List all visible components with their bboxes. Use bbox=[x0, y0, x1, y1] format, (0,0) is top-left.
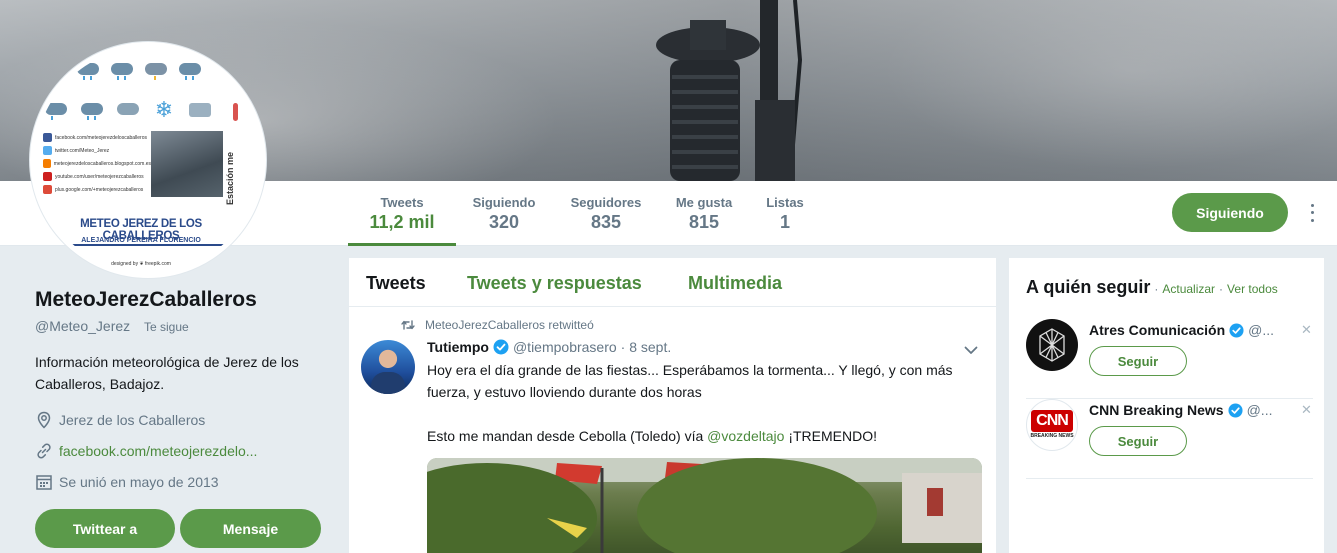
suggested-account: CNN BREAKING NEWS CNN Breaking News @...… bbox=[1026, 399, 1313, 479]
cnn-logo-icon: CNN bbox=[1031, 410, 1073, 432]
joined-text: Se unió en mayo de 2013 bbox=[59, 474, 219, 490]
stat-label: Seguidores bbox=[570, 195, 642, 210]
suggested-account: Atres Comunicación @... ✕ Seguir bbox=[1026, 319, 1313, 399]
profile-handle[interactable]: @Meteo_Jerez bbox=[35, 318, 130, 334]
profile-name[interactable]: MeteoJerezCaballeros bbox=[35, 288, 257, 312]
link-icon bbox=[37, 443, 51, 459]
account-name[interactable]: Atres Comunicación bbox=[1089, 322, 1225, 338]
account-handle[interactable]: @... bbox=[1248, 322, 1274, 338]
avatar-social-list: facebook.com/meteojerezdeloscaballeros t… bbox=[43, 131, 151, 196]
dismiss-close-icon[interactable]: ✕ bbox=[1301, 322, 1312, 338]
message-button[interactable]: Mensaje bbox=[180, 509, 321, 548]
tweet-text-line2-end: ¡TREMENDO! bbox=[784, 428, 877, 444]
stat-tweets[interactable]: Tweets 11,2 mil bbox=[348, 181, 456, 246]
tweet-media[interactable] bbox=[427, 458, 982, 553]
following-button[interactable]: Siguiendo bbox=[1172, 193, 1288, 232]
follows-you-badge: Te sigue bbox=[144, 320, 189, 334]
calendar-icon bbox=[36, 475, 52, 490]
chevron-down-icon[interactable] bbox=[963, 342, 979, 358]
profile-joined: Se unió en mayo de 2013 bbox=[35, 473, 219, 491]
blogger-icon bbox=[43, 159, 51, 168]
tweet-text-line2: Esto me mandan desde Cebolla (Toledo) ví… bbox=[427, 428, 708, 444]
stat-label: Tweets bbox=[380, 195, 424, 210]
cnn-logo-subtext: BREAKING NEWS bbox=[1030, 433, 1074, 439]
tweet-to-button[interactable]: Twittear a bbox=[35, 509, 175, 548]
profile-url[interactable]: facebook.com/meteojerezdelo... bbox=[35, 442, 257, 460]
view-all-link[interactable]: Ver todos bbox=[1227, 282, 1278, 296]
account-avatar[interactable] bbox=[1026, 319, 1078, 371]
stat-likes[interactable]: Me gusta 815 bbox=[668, 181, 740, 246]
follow-account-button[interactable]: Seguir bbox=[1089, 426, 1187, 456]
url-text[interactable]: facebook.com/meteojerezdelo... bbox=[59, 443, 257, 459]
more-options-icon[interactable] bbox=[1305, 202, 1319, 224]
stat-value: 815 bbox=[688, 212, 720, 232]
weather-icons-row bbox=[75, 59, 203, 81]
avatar-footer: designed by ❦ freepik.com bbox=[111, 261, 171, 267]
timeline: Tweets Tweets y respuestas Multimedia Me… bbox=[349, 258, 996, 553]
follow-account-button[interactable]: Seguir bbox=[1089, 346, 1187, 376]
tweet-author-name[interactable]: Tutiempo bbox=[427, 339, 489, 355]
who-to-follow-panel: A quién seguir · Actualizar · Ver todos … bbox=[1009, 258, 1324, 553]
refresh-link[interactable]: Actualizar bbox=[1162, 282, 1215, 296]
avatar-side-text: Estación me bbox=[225, 151, 235, 205]
profile-bio: Información meteorológica de Jerez de lo… bbox=[35, 354, 299, 392]
verified-badge-icon bbox=[1229, 322, 1244, 338]
weather-icons-row: ❄ bbox=[43, 99, 249, 121]
account-name[interactable]: CNN Breaking News bbox=[1089, 402, 1224, 418]
timeline-tabs: Tweets Tweets y respuestas Multimedia bbox=[349, 258, 996, 307]
account-name-row: Atres Comunicación @... bbox=[1089, 322, 1274, 338]
tweet-date[interactable]: · 8 sept. bbox=[621, 339, 672, 355]
profile-avatar[interactable]: ❄ facebook.com/meteojerezdeloscaballeros… bbox=[30, 42, 266, 278]
stat-value: 320 bbox=[488, 212, 520, 232]
location-text: Jerez de los Caballeros bbox=[59, 412, 206, 428]
youtube-icon bbox=[43, 172, 52, 181]
stat-value: 11,2 mil bbox=[369, 212, 435, 232]
retweet-context[interactable]: MeteoJerezCaballeros retwitteó bbox=[401, 318, 594, 332]
tweet-text-line1: Hoy era el día grande de las fiestas... … bbox=[427, 362, 953, 400]
account-avatar[interactable]: CNN BREAKING NEWS bbox=[1026, 399, 1078, 451]
stat-label: Siguiendo bbox=[472, 195, 536, 210]
tweet-author-handle[interactable]: @tiempobrasero bbox=[513, 339, 617, 355]
profile-location: Jerez de los Caballeros bbox=[35, 411, 205, 429]
stat-value: 1 bbox=[779, 212, 790, 232]
retweet-context-text: MeteoJerezCaballeros retwitteó bbox=[425, 318, 594, 332]
tweet-text: Hoy era el día grande de las fiestas... … bbox=[427, 359, 967, 447]
account-handle[interactable]: @... bbox=[1247, 402, 1273, 418]
tweet-mention-link[interactable]: @vozdeltajo bbox=[707, 428, 784, 444]
separator: · bbox=[1219, 282, 1224, 296]
stat-label: Listas bbox=[766, 195, 804, 210]
tweet-author-avatar[interactable] bbox=[361, 340, 415, 394]
facebook-icon bbox=[43, 133, 52, 142]
google-plus-icon bbox=[43, 185, 52, 194]
separator: · bbox=[1154, 282, 1159, 296]
twitter-icon bbox=[43, 146, 52, 155]
account-name-row: CNN Breaking News @... bbox=[1089, 402, 1272, 418]
avatar-storm-photo bbox=[151, 131, 223, 197]
retweet-icon bbox=[401, 320, 415, 330]
who-to-follow-header: A quién seguir · Actualizar · Ver todos bbox=[1026, 277, 1278, 298]
tweet-header: Tutiempo @tiempobrasero · 8 sept. bbox=[427, 339, 671, 355]
stat-label: Me gusta bbox=[675, 195, 733, 210]
stat-value: 835 bbox=[590, 212, 622, 232]
dismiss-close-icon[interactable]: ✕ bbox=[1301, 402, 1312, 418]
avatar-subtitle: ALEJANDRO PEREIRA FLORENCIO bbox=[81, 237, 201, 244]
tab-media[interactable]: Multimedia bbox=[688, 273, 782, 294]
tab-tweets-replies[interactable]: Tweets y respuestas bbox=[467, 273, 642, 294]
location-pin-icon bbox=[37, 411, 51, 429]
verified-badge-icon bbox=[493, 339, 509, 355]
atres-logo-icon bbox=[1039, 328, 1065, 362]
stat-lists[interactable]: Listas 1 bbox=[760, 181, 810, 246]
verified-badge-icon bbox=[1228, 402, 1243, 418]
who-to-follow-title: A quién seguir bbox=[1026, 277, 1151, 297]
stat-followers[interactable]: Seguidores 835 bbox=[564, 181, 648, 246]
stat-following[interactable]: Siguiendo 320 bbox=[466, 181, 542, 246]
tab-tweets[interactable]: Tweets bbox=[366, 273, 426, 294]
